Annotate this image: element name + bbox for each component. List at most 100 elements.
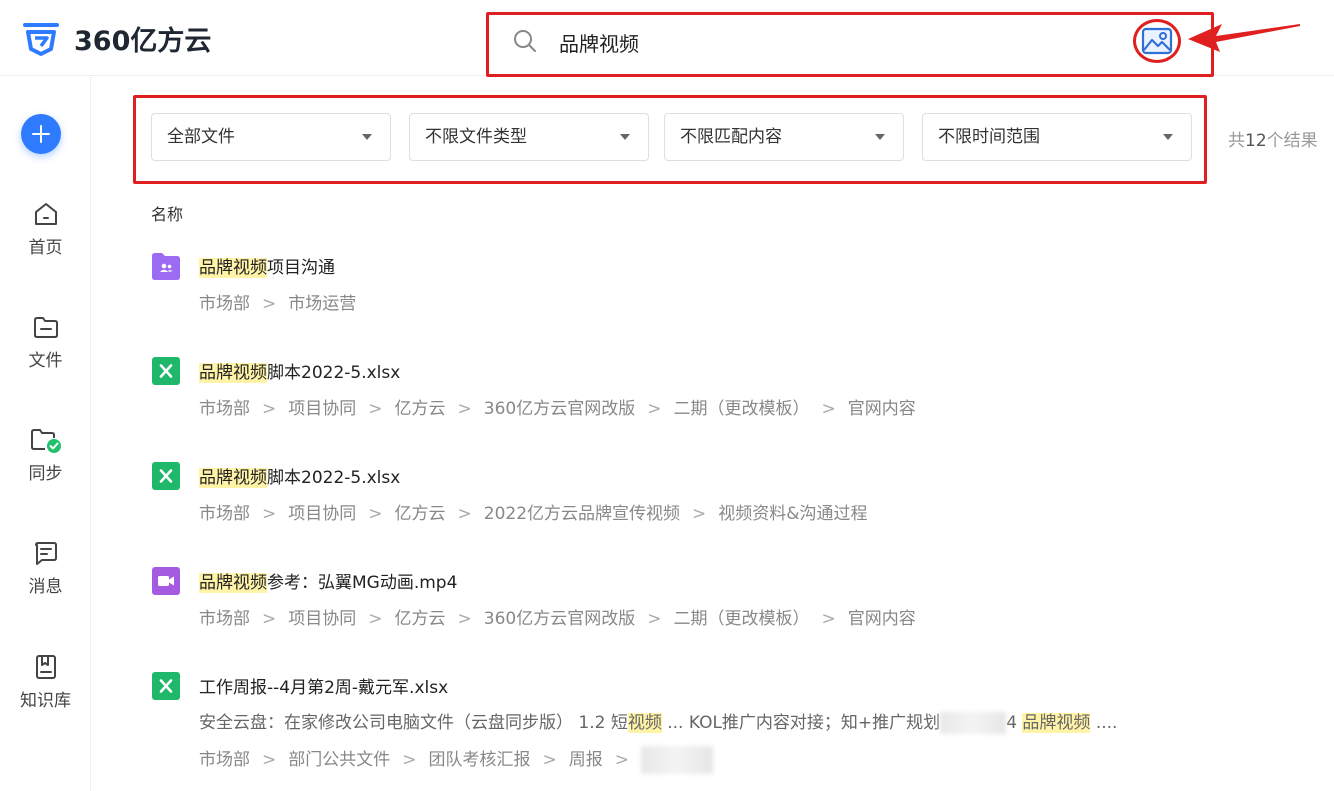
caret-down-icon	[620, 134, 630, 140]
sidebar-item-messages[interactable]: 消息	[0, 538, 91, 618]
result-count-number: 12	[1245, 131, 1267, 151]
path-segment[interactable]: 亿方云	[395, 609, 446, 629]
path-segment[interactable]: 2022亿方云品牌宣传视频	[484, 504, 680, 524]
path-segment[interactable]: 亿方云	[395, 399, 446, 419]
redacted-blur	[641, 746, 713, 774]
excel-icon	[152, 462, 180, 490]
path-segment[interactable]: 市场部	[199, 294, 250, 314]
file-path: 市场部 > 项目协同 > 亿方云 >360亿方云官网改版 > 二期（更改模板） > 官网内容	[199, 394, 916, 419]
sidebar-item-knowledge[interactable]: 知识库	[0, 652, 91, 732]
knowledge-base-icon	[35, 655, 56, 679]
search-highlight: 品牌视频	[199, 363, 267, 383]
path-segment[interactable]: 市场部	[199, 399, 250, 419]
path-segment[interactable]: 市场部	[199, 750, 250, 770]
chevron-right-icon: >	[821, 609, 836, 629]
path-segment[interactable]: 二期（更改模板）	[673, 399, 809, 419]
search-highlight: 品牌视频	[199, 468, 267, 488]
path-segment[interactable]: 官网内容	[848, 609, 916, 629]
list-item[interactable]: 品牌视频参考：弘翼MG动画.mp4 市场部 > 项目协同 > 亿方云 >360亿方云官网改…	[151, 566, 1301, 636]
sidebar-item-label: 消息	[28, 577, 63, 597]
path-segment[interactable]: 360亿方云官网改版	[484, 609, 635, 629]
scope-filter-dropdown[interactable]: 全部文件	[151, 113, 391, 161]
search-icon	[514, 30, 536, 52]
list-item[interactable]: 品牌视频脚本2022-5.xlsx 市场部 > 项目协同 > 亿方云 >360亿方云官网改…	[151, 356, 1301, 426]
chevron-right-icon: >	[457, 609, 472, 629]
path-segment[interactable]: 项目协同	[288, 399, 356, 419]
file-name[interactable]: 工作周报--4月第2周-戴元军.xlsx	[199, 673, 448, 698]
sidebar-item-label: 首页	[28, 238, 63, 258]
chevron-right-icon: >	[647, 609, 662, 629]
chevron-right-icon: >	[262, 750, 277, 770]
logo-icon	[23, 23, 59, 56]
logo[interactable]: 360亿方云	[22, 18, 211, 58]
sidebar: 首页 文件 同步 消息 知识库	[0, 77, 91, 791]
file-name-rest: 项目沟通	[267, 258, 335, 278]
file-name-rest: 脚本2022-5.xlsx	[267, 468, 401, 488]
list-item[interactable]: 品牌视频脚本2022-5.xlsx 市场部 > 项目协同 > 亿方云 >2022亿方云品牌…	[151, 461, 1301, 531]
excel-icon	[152, 357, 180, 385]
path-segment[interactable]: 市场部	[199, 609, 250, 629]
search-box[interactable]: 品牌视频	[486, 12, 1214, 77]
result-count-prefix: 共	[1228, 131, 1245, 151]
search-highlight: 品牌视频	[199, 258, 267, 278]
column-header-name[interactable]: 名称	[151, 201, 183, 225]
chevron-right-icon: >	[262, 609, 277, 629]
add-button[interactable]	[21, 114, 61, 154]
chevron-right-icon: >	[262, 504, 277, 524]
excel-icon	[152, 672, 180, 700]
path-segment[interactable]: 部门公共文件	[288, 750, 390, 770]
path-segment[interactable]: 项目协同	[288, 609, 356, 629]
snippet-text: 安全云盘：在家修改公司电脑文件（云盘同步版） 1.2 短	[199, 713, 628, 733]
content-snippet: 安全云盘：在家修改公司电脑文件（云盘同步版） 1.2 短视频 ... KOL推广…	[199, 708, 1117, 734]
chevron-right-icon: >	[647, 399, 662, 419]
sidebar-item-home[interactable]: 首页	[0, 199, 91, 279]
sidebar-item-sync[interactable]: 同步	[0, 425, 91, 505]
image-icon	[1141, 27, 1173, 55]
search-highlight: 品牌视频	[1022, 713, 1091, 733]
match-filter-value: 不限匹配内容	[680, 127, 782, 147]
file-name[interactable]: 品牌视频脚本2022-5.xlsx	[199, 358, 400, 383]
path-segment[interactable]: 团队考核汇报	[429, 750, 531, 770]
image-search-button[interactable]	[1133, 19, 1181, 63]
file-name[interactable]: 品牌视频项目沟通	[199, 253, 335, 278]
path-segment[interactable]: 项目协同	[288, 504, 356, 524]
snippet-text: ....	[1090, 713, 1118, 733]
path-segment[interactable]: 亿方云	[395, 504, 446, 524]
path-segment[interactable]: 360亿方云官网改版	[484, 399, 635, 419]
path-segment[interactable]: 市场运营	[288, 294, 356, 314]
match-filter-dropdown[interactable]: 不限匹配内容	[664, 113, 904, 161]
time-filter-dropdown[interactable]: 不限时间范围	[922, 113, 1192, 161]
folder-icon	[33, 317, 58, 338]
file-type-filter-dropdown[interactable]: 不限文件类型	[409, 113, 649, 161]
file-path: 市场部 > 部门公共文件 > 团队考核汇报 > 周报 >	[199, 745, 713, 774]
path-segment[interactable]: 官网内容	[848, 399, 916, 419]
chevron-right-icon: >	[368, 399, 383, 419]
chevron-right-icon: >	[542, 750, 557, 770]
chevron-right-icon: >	[368, 504, 383, 524]
chevron-right-icon: >	[821, 399, 836, 419]
path-segment[interactable]: 二期（更改模板）	[673, 609, 809, 629]
home-icon	[34, 203, 57, 225]
file-name-rest: 脚本2022-5.xlsx	[267, 363, 401, 383]
path-segment[interactable]: 周报	[569, 750, 603, 770]
path-segment[interactable]: 视频资料&沟通过程	[718, 504, 867, 524]
snippet-text: ... KOL推广内容对接；知+推广规划	[661, 713, 941, 733]
caret-down-icon	[1163, 134, 1173, 140]
search-input[interactable]: 品牌视频	[559, 28, 639, 57]
file-path: 市场部 > 市场运营	[199, 289, 356, 314]
chevron-right-icon: >	[457, 504, 472, 524]
list-item[interactable]: 品牌视频项目沟通 市场部 > 市场运营	[151, 251, 1301, 321]
file-name[interactable]: 品牌视频参考：弘翼MG动画.mp4	[199, 568, 457, 593]
logo-text: 360亿方云	[74, 25, 212, 57]
list-item[interactable]: 工作周报--4月第2周-戴元军.xlsx 安全云盘：在家修改公司电脑文件（云盘同…	[151, 671, 1301, 781]
file-path: 市场部 > 项目协同 > 亿方云 >360亿方云官网改版 > 二期（更改模板） > 官网内容	[199, 604, 916, 629]
path-segment[interactable]: 市场部	[199, 504, 250, 524]
video-icon	[152, 567, 180, 595]
chevron-right-icon: >	[262, 294, 277, 314]
file-name[interactable]: 品牌视频脚本2022-5.xlsx	[199, 463, 400, 488]
chevron-right-icon: >	[402, 750, 417, 770]
result-count: 共12个结果	[1228, 126, 1318, 151]
caret-down-icon	[362, 134, 372, 140]
chevron-right-icon: >	[614, 750, 629, 770]
sidebar-item-files[interactable]: 文件	[0, 312, 91, 392]
